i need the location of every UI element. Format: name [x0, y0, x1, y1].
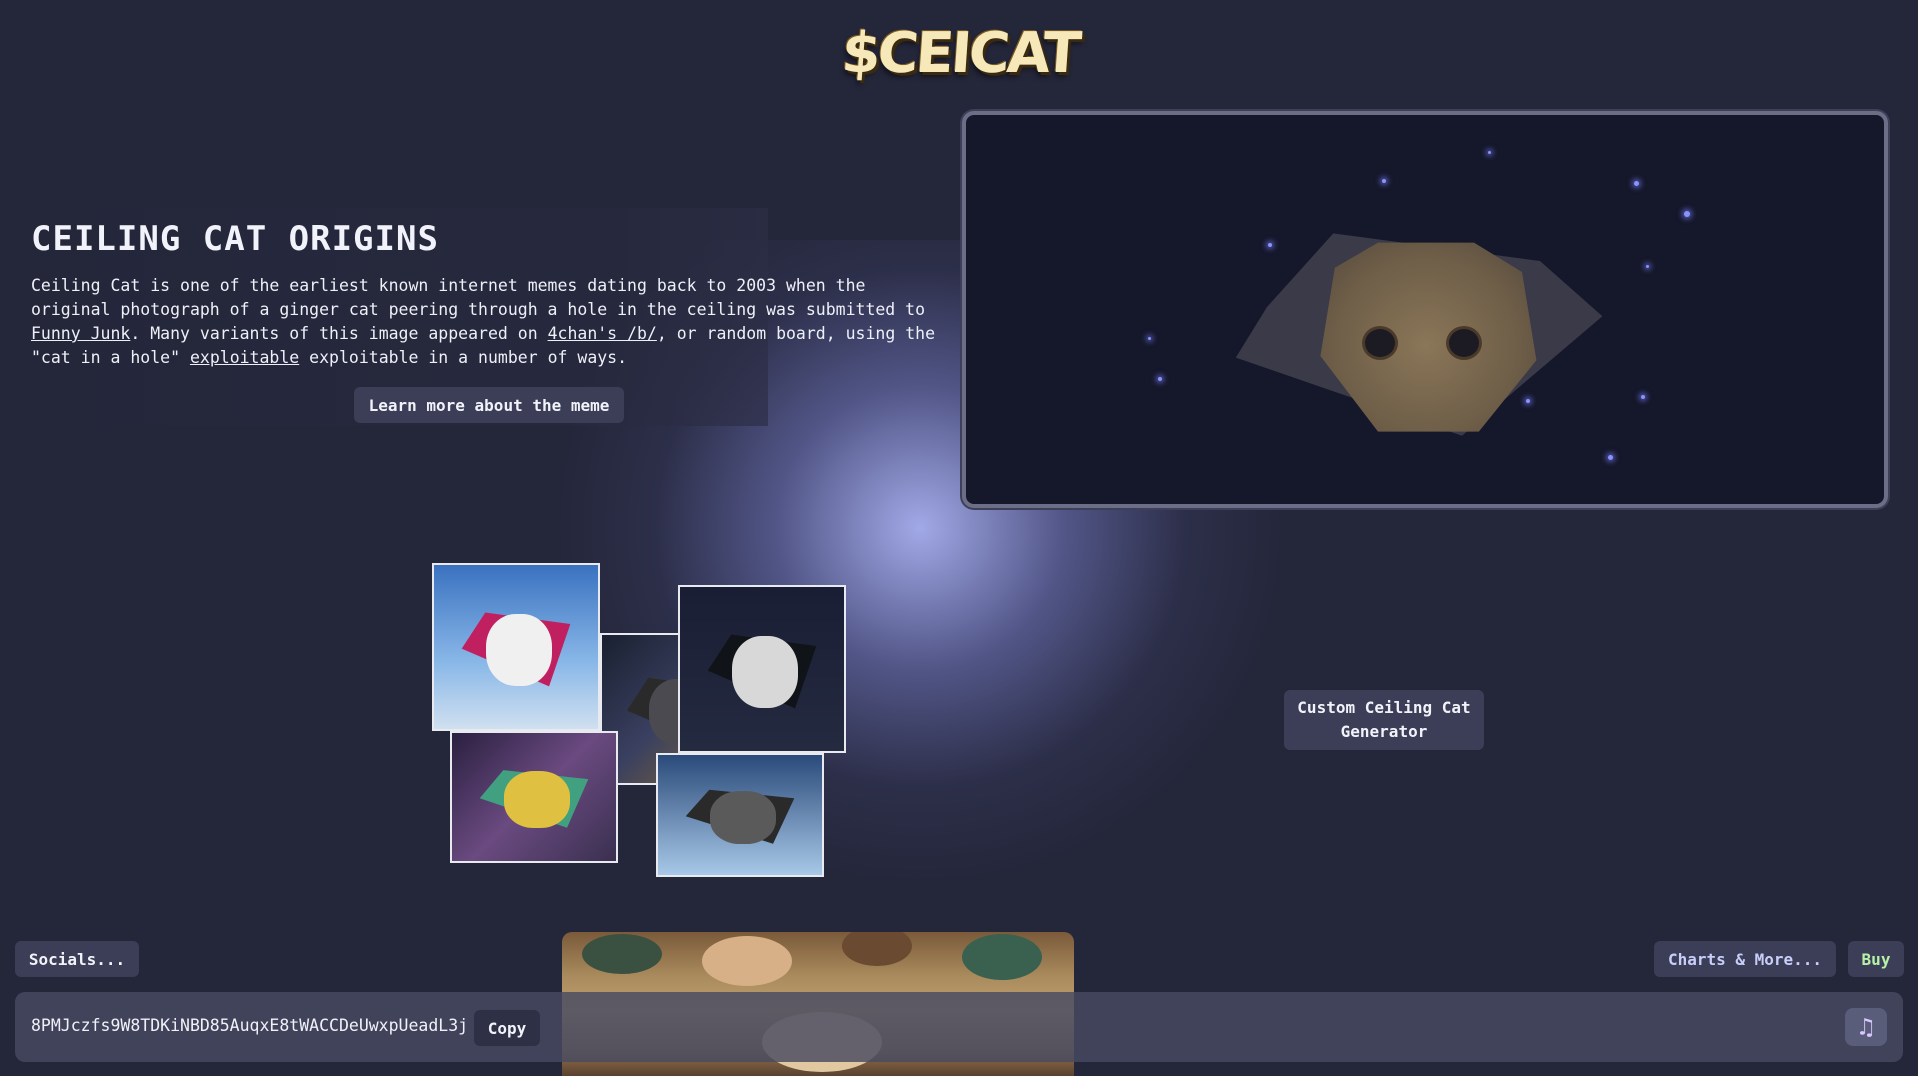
copy-button[interactable]: Copy [474, 1010, 540, 1046]
ceiling-cat-video[interactable] [962, 111, 1888, 508]
ceiling-cat-collage[interactable] [432, 563, 867, 878]
exploitable-link[interactable]: exploitable [190, 348, 299, 367]
4chan-b-link[interactable]: 4chan's /b/ [548, 324, 657, 343]
origins-description: Ceiling Cat is one of the earliest known… [31, 276, 936, 367]
origins-title: CEILING CAT ORIGINS [31, 219, 439, 259]
contract-address-bar: 8PMJczfs9W8TDKiNBD85AuqxE8tWACCDeUwxpUea… [15, 992, 1903, 1062]
custom-generator-button[interactable]: Custom Ceiling Cat Generator [1284, 690, 1484, 750]
site-logo[interactable]: $CEICAT [840, 18, 1081, 88]
funny-junk-link[interactable]: Funny Junk [31, 324, 130, 343]
socials-button[interactable]: Socials... [15, 941, 139, 977]
collage-tile-matrix [678, 585, 846, 753]
collage-tile-crowned [656, 753, 824, 877]
learn-more-button[interactable]: Learn more about the meme [354, 387, 624, 423]
charts-button[interactable]: Charts & More... [1654, 941, 1836, 977]
collage-tile-sparkle [450, 731, 618, 863]
buy-button[interactable]: Buy [1848, 941, 1904, 977]
collage-tile-sunglasses [432, 563, 600, 731]
contract-address[interactable]: 8PMJczfs9W8TDKiNBD85AuqxE8tWACCDeUwxpUea… [31, 1016, 468, 1035]
music-note-icon[interactable]: ♫ [1845, 1008, 1887, 1046]
